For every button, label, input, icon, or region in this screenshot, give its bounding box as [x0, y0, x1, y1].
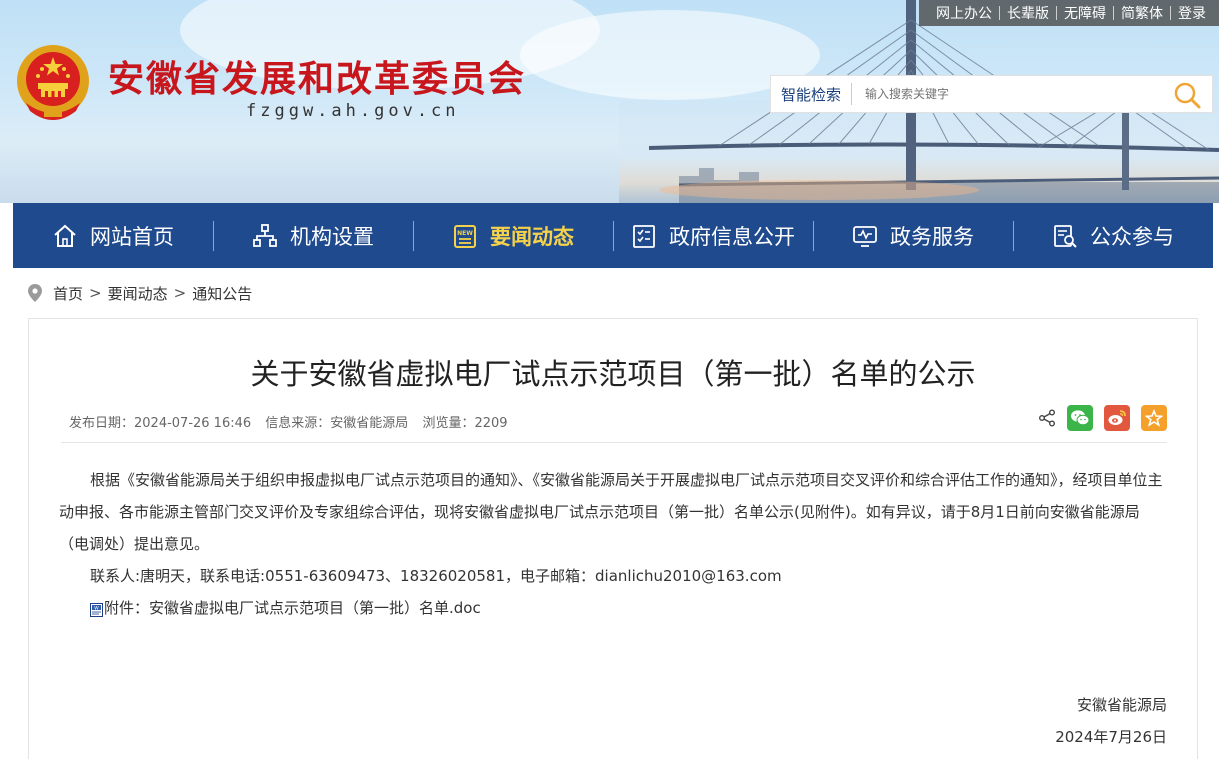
- word-document-icon: W: [90, 602, 103, 617]
- wechat-icon: [1071, 410, 1090, 426]
- header-banner: 安徽省发展和改革委员会 fzggw.ah.gov.cn 网上办公 长辈版 无障碍…: [0, 0, 1219, 203]
- info-source: 信息来源：安徽省能源局: [265, 416, 409, 431]
- topbar-link-online-office[interactable]: 网上办公: [929, 3, 999, 23]
- news-icon: NEW: [454, 224, 476, 248]
- weibo-share-button[interactable]: [1104, 405, 1130, 431]
- signature-date: 2024年7月26日: [1055, 728, 1167, 746]
- svg-text:W: W: [94, 605, 99, 611]
- search-icon[interactable]: [1172, 80, 1202, 110]
- search-document-icon: [1054, 224, 1077, 248]
- home-icon: [54, 224, 76, 247]
- nav-item-label: 网站首页: [90, 224, 174, 249]
- publish-date: 发布日期：2024-07-26 16:46: [69, 416, 252, 431]
- monitor-icon: [853, 225, 877, 247]
- nav-item-label: 要闻动态: [490, 224, 574, 249]
- divider: [61, 442, 1167, 443]
- share-bar: [1038, 405, 1167, 431]
- weibo-icon: [1108, 410, 1126, 425]
- national-emblem-icon: [17, 45, 89, 120]
- breadcrumb-separator: >: [173, 284, 187, 302]
- article-body: 根据《安徽省能源局关于组织申报虚拟电厂试点示范项目的通知》、《安徽省能源局关于开…: [59, 464, 1167, 624]
- breadcrumb-notices[interactable]: 通知公告: [192, 283, 252, 304]
- nav-item-public-participation[interactable]: 公众参与: [1013, 203, 1213, 268]
- nav-item-label: 政府信息公开: [669, 224, 795, 249]
- nav-item-label: 政务服务: [890, 224, 974, 249]
- topbar-link-login[interactable]: 登录: [1171, 3, 1213, 23]
- breadcrumb-news[interactable]: 要闻动态: [108, 283, 168, 304]
- contact-info: 联系人:唐明天，联系电话:0551-63609473、18326020581，电…: [90, 567, 782, 585]
- org-chart-icon: [253, 223, 277, 247]
- nav-item-gov-info[interactable]: 政府信息公开: [613, 203, 813, 268]
- topbar-link-simplified-traditional[interactable]: 简繁体: [1114, 3, 1170, 23]
- attachment-link[interactable]: 附件：安徽省虚拟电厂试点示范项目（第一批）名单.doc: [104, 592, 481, 624]
- topbar-link-accessibility[interactable]: 无障碍: [1057, 3, 1113, 23]
- main-nav: 网站首页 机构设置 NEW 要闻动态 政府信息公开 政务服务 公众参与: [13, 203, 1213, 268]
- search-label: 智能检索: [781, 85, 842, 104]
- search-input[interactable]: [852, 79, 1153, 109]
- search-box: 智能检索: [770, 75, 1213, 113]
- breadcrumb-separator: >: [89, 284, 102, 302]
- favorite-button[interactable]: [1141, 405, 1167, 431]
- signature-org: 安徽省能源局: [1076, 696, 1167, 714]
- breadcrumb-home[interactable]: 首页: [53, 283, 83, 304]
- view-count: 浏览量：2209: [422, 416, 508, 431]
- svg-text:NEW: NEW: [457, 230, 473, 237]
- article-title: 关于安徽省虚拟电厂试点示范项目（第一批）名单的公示: [250, 357, 976, 391]
- nav-item-services[interactable]: 政务服务: [813, 203, 1013, 268]
- article-paragraph: 根据《安徽省能源局关于组织申报虚拟电厂试点示范项目的通知》、《安徽省能源局关于开…: [59, 471, 1163, 553]
- breadcrumb: 首页 > 要闻动态 > 通知公告: [27, 282, 252, 304]
- share-icon[interactable]: [1038, 409, 1056, 427]
- nav-item-label: 机构设置: [290, 224, 374, 249]
- wechat-share-button[interactable]: [1067, 405, 1093, 431]
- article-meta: 发布日期：2024-07-26 16:46 信息来源：安徽省能源局 浏览量：22…: [69, 412, 518, 431]
- article-card: 关于安徽省虚拟电厂试点示范项目（第一批）名单的公示 发布日期：2024-07-2…: [28, 318, 1198, 759]
- nav-item-home[interactable]: 网站首页: [13, 203, 213, 268]
- document-icon: [633, 224, 655, 248]
- site-domain: fzggw.ah.gov.cn: [246, 101, 460, 121]
- nav-item-label: 公众参与: [1090, 224, 1174, 249]
- topbar-link-elder-version[interactable]: 长辈版: [1000, 3, 1056, 23]
- location-pin-icon: [28, 284, 42, 302]
- attachment: W 附件：安徽省虚拟电厂试点示范项目（第一批）名单.doc: [59, 592, 1167, 624]
- site-title: 安徽省发展和改革委员会: [108, 59, 527, 100]
- favorite-icon: [1145, 409, 1163, 427]
- nav-item-organization[interactable]: 机构设置: [213, 203, 413, 268]
- nav-item-news[interactable]: NEW 要闻动态: [413, 203, 613, 268]
- top-utility-bar: 网上办公 长辈版 无障碍 简繁体 登录: [919, 0, 1219, 26]
